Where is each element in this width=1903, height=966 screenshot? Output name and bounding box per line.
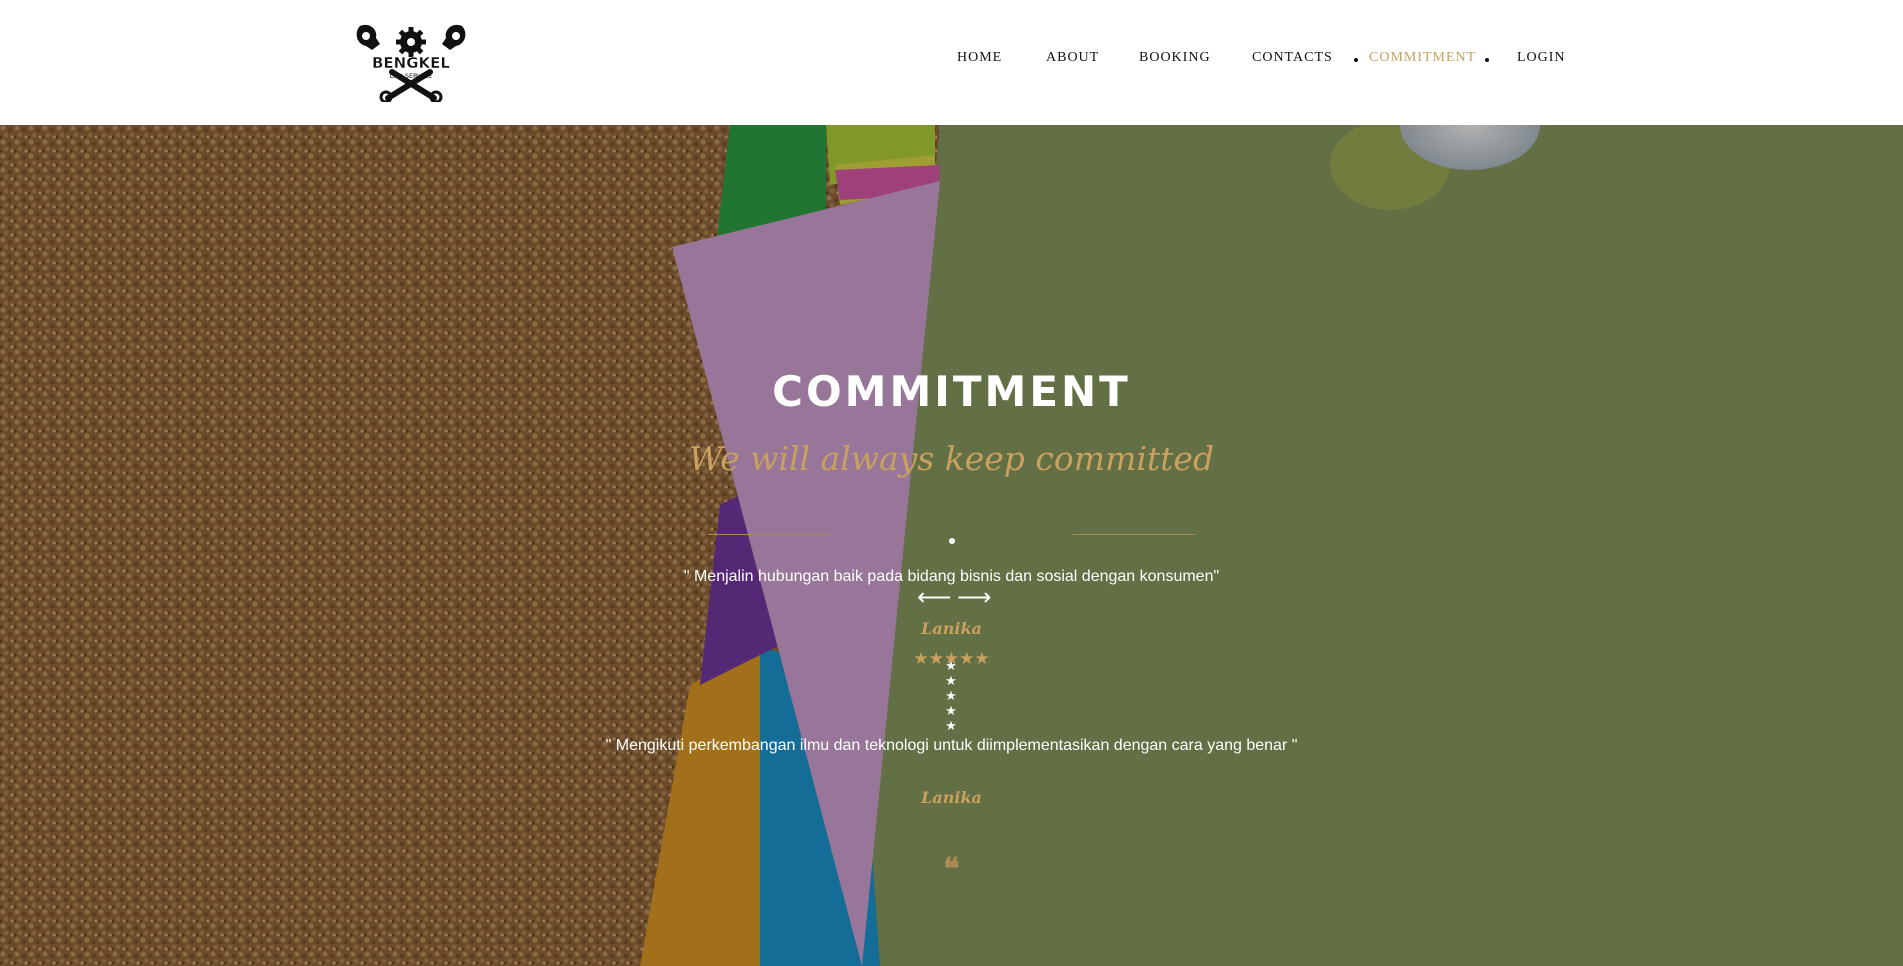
svg-text:LAN SERVICE: LAN SERVICE (390, 72, 433, 80)
site-header: BENGKEL LAN SERVICE HOME ABOUT BOOKING C… (0, 0, 1903, 125)
nav-commitment[interactable]: COMMITMENT (1369, 50, 1476, 66)
divider-line-right (1073, 534, 1195, 535)
nav-about[interactable]: ABOUT (1046, 50, 1099, 66)
rating-stars: ★★★★★ (945, 659, 957, 734)
testimonial-quote: " Mengikuti perkembangan ilmu dan teknol… (605, 737, 1298, 754)
arrow-left-icon[interactable]: ⟵ (917, 583, 951, 611)
slider-pagination-dot[interactable] (949, 538, 955, 544)
nav-login[interactable]: LOGIN (1517, 50, 1566, 66)
section-subtitle: We will always keep committed (688, 439, 1215, 478)
nav-separator-dot (1485, 58, 1489, 62)
nav-booking[interactable]: BOOKING (1139, 50, 1211, 66)
dark-overlay (0, 125, 1903, 966)
testimonial-author: Lanika (921, 788, 982, 807)
main-nav: HOME ABOUT BOOKING CONTACTS COMMITMENT L… (0, 50, 1903, 70)
nav-separator-dot (1354, 58, 1358, 62)
nav-home[interactable]: HOME (957, 50, 1002, 66)
commitment-section: COMMITMENT We will always keep committed… (0, 125, 1903, 966)
nav-contacts[interactable]: CONTACTS (1252, 50, 1333, 66)
section-title: COMMITMENT (772, 367, 1131, 416)
testimonial-author: Lanika (921, 619, 982, 638)
divider-line-left (708, 534, 830, 535)
quote-icon: ❝ (943, 852, 960, 887)
arrow-right-icon[interactable]: ⟶ (957, 583, 991, 611)
testimonial-quote: " Menjalin hubungan baik pada bidang bis… (683, 568, 1220, 585)
